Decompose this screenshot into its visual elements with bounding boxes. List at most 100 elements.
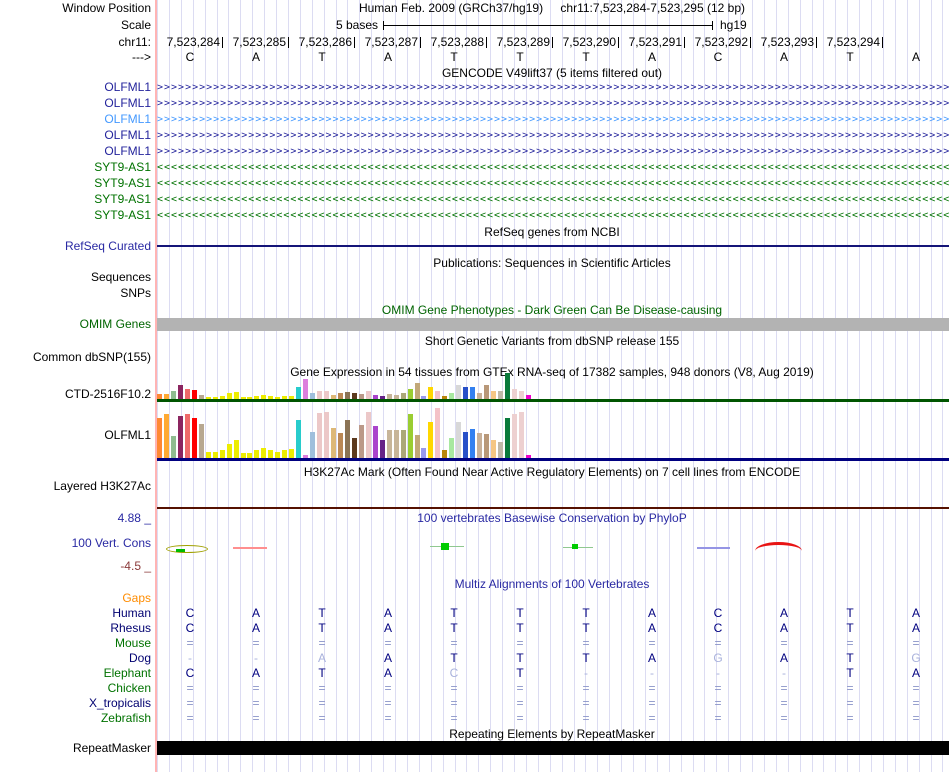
gtex-tissue-bar <box>296 387 302 399</box>
h3k27ac-label[interactable]: Layered H3K27Ac <box>0 480 151 493</box>
multiz-gaps-label[interactable]: Gaps <box>0 592 151 605</box>
gtex-tissue-bar <box>310 432 316 458</box>
alignment-cell: = <box>252 696 260 710</box>
phylop-mark-line <box>563 547 593 548</box>
sequences-label[interactable]: Sequences <box>0 271 151 284</box>
phylop-track-title[interactable]: 100 vertebrates Basewise Conservation by… <box>157 512 947 525</box>
repeatmasker-track-title[interactable]: Repeating Elements by RepeatMasker <box>157 728 947 741</box>
snps-label[interactable]: SNPs <box>0 287 151 300</box>
repeatmasker-bar[interactable] <box>157 741 949 755</box>
alignment-cell: G <box>713 651 723 665</box>
scale-label: Scale <box>120 18 151 32</box>
omim-track-title[interactable]: OMIM Gene Phenotypes - Dark Green Can Be… <box>157 304 947 317</box>
dbsnp-track-title[interactable]: Short Genetic Variants from dbSNP releas… <box>157 335 947 348</box>
refseq-gene-bar[interactable] <box>157 245 949 247</box>
gtex-gene-label-ctd[interactable]: CTD-2516F10.2 <box>0 388 151 401</box>
gene-label-olfml1[interactable]: OLFML1 <box>0 129 151 142</box>
ruler-position-label[interactable]: 7,523,290 <box>553 36 619 49</box>
alignment-cell: T <box>318 621 326 635</box>
gtex-tissue-bar <box>226 444 232 458</box>
alignment-cell: = <box>186 681 194 695</box>
base-letter: A <box>911 50 920 64</box>
gene-label-olfml1[interactable]: OLFML1 <box>0 113 151 126</box>
gene-label-olfml1[interactable]: OLFML1 <box>0 145 151 158</box>
gene-strand-row[interactable]: <<<<<<<<<<<<<<<<<<<<<<<<<<<<<<<<<<<<<<<<… <box>157 161 949 174</box>
multiz-track-title[interactable]: Multiz Alignments of 100 Vertebrates <box>157 578 947 591</box>
gtex-tissue-bar <box>233 440 239 458</box>
dbsnp-label[interactable]: Common dbSNP(155) <box>0 351 151 364</box>
gene-label-syt9-as1[interactable]: SYT9-AS1 <box>0 177 151 190</box>
gtex-gene-label-olfml1[interactable]: OLFML1 <box>0 429 151 442</box>
gene-strand-row[interactable]: >>>>>>>>>>>>>>>>>>>>>>>>>>>>>>>>>>>>>>>>… <box>157 97 949 110</box>
gene-strand-row[interactable]: >>>>>>>>>>>>>>>>>>>>>>>>>>>>>>>>>>>>>>>>… <box>157 81 949 94</box>
repeatmasker-label[interactable]: RepeatMasker <box>0 742 151 755</box>
gene-strand-row[interactable]: >>>>>>>>>>>>>>>>>>>>>>>>>>>>>>>>>>>>>>>>… <box>157 129 949 142</box>
gtex-tissue-bar <box>421 396 427 399</box>
gtex-tissue-bar <box>233 392 239 399</box>
species-label-zebrafish[interactable]: Zebrafish <box>0 712 151 725</box>
ruler-position-label[interactable]: 7,523,291 <box>619 36 685 49</box>
gene-strand-row[interactable]: <<<<<<<<<<<<<<<<<<<<<<<<<<<<<<<<<<<<<<<<… <box>157 209 949 222</box>
gtex-tissue-bar <box>414 435 420 458</box>
gene-label-syt9-as1[interactable]: SYT9-AS1 <box>0 161 151 174</box>
alignment-cell: A <box>251 621 260 635</box>
species-label-x_tropicalis[interactable]: X_tropicalis <box>0 697 151 710</box>
alignment-cell: = <box>318 681 326 695</box>
gencode-track-title[interactable]: GENCODE V49lift37 (5 items filtered out) <box>157 67 947 80</box>
gene-strand-row[interactable]: <<<<<<<<<<<<<<<<<<<<<<<<<<<<<<<<<<<<<<<<… <box>157 193 949 206</box>
ruler-position-label[interactable]: 7,523,287 <box>355 36 421 49</box>
ruler-position-label[interactable]: 7,523,286 <box>289 36 355 49</box>
ruler-position-label[interactable]: 7,523,284 <box>157 36 223 49</box>
refseq-curated-label[interactable]: RefSeq Curated <box>0 240 151 253</box>
gtex-tissue-bar <box>331 395 336 399</box>
phylop-label[interactable]: 100 Vert. Cons <box>0 537 151 550</box>
phylop-min-value: -4.5 _ <box>120 559 151 573</box>
alignment-cell: = <box>252 636 260 650</box>
ruler-position-label[interactable]: 7,523,294 <box>817 36 883 49</box>
gtex-tissue-bar <box>407 414 413 458</box>
species-label-rhesus[interactable]: Rhesus <box>0 622 151 635</box>
h3k27ac-track-title[interactable]: H3K27Ac Mark (Often Found Near Active Re… <box>157 466 947 479</box>
gene-label-olfml1[interactable]: OLFML1 <box>0 97 151 110</box>
alignment-cell: = <box>846 681 854 695</box>
gtex-tissue-bar <box>261 448 267 458</box>
gtex-tissue-bar <box>393 395 399 399</box>
ruler-position-label[interactable]: 7,523,285 <box>223 36 289 49</box>
refseq-track-title[interactable]: RefSeq genes from NCBI <box>157 226 947 239</box>
publications-track-title[interactable]: Publications: Sequences in Scientific Ar… <box>157 257 947 270</box>
gene-strand-row[interactable]: >>>>>>>>>>>>>>>>>>>>>>>>>>>>>>>>>>>>>>>>… <box>157 113 949 126</box>
gtex-tissue-bar <box>296 420 302 458</box>
gtex-tissue-bar <box>511 389 517 399</box>
omim-gene-bar[interactable] <box>157 318 949 331</box>
gene-label-syt9-as1[interactable]: SYT9-AS1 <box>0 209 151 222</box>
ruler-position-label[interactable]: 7,523,289 <box>487 36 553 49</box>
gtex-tissue-bar <box>198 424 204 458</box>
gtex-tissue-bar <box>310 393 316 399</box>
species-label-mouse[interactable]: Mouse <box>0 637 151 650</box>
strand-direction-label: ---> <box>132 50 151 64</box>
gene-label-syt9-as1[interactable]: SYT9-AS1 <box>0 193 151 206</box>
alignment-cell: A <box>647 606 656 620</box>
species-label-chicken[interactable]: Chicken <box>0 682 151 695</box>
gtex-tissue-bar <box>435 408 441 458</box>
alignment-cell: - <box>650 666 654 680</box>
alignment-cell: A <box>251 606 260 620</box>
gene-label-olfml1[interactable]: OLFML1 <box>0 81 151 94</box>
gene-strand-row[interactable]: <<<<<<<<<<<<<<<<<<<<<<<<<<<<<<<<<<<<<<<<… <box>157 177 949 190</box>
ruler-tick <box>882 37 883 48</box>
ruler-position-label[interactable]: 7,523,288 <box>421 36 487 49</box>
species-label-dog[interactable]: Dog <box>0 652 151 665</box>
alignment-cell: - <box>584 666 588 680</box>
gtex-tissue-bar <box>191 390 197 399</box>
gene-strand-row[interactable]: >>>>>>>>>>>>>>>>>>>>>>>>>>>>>>>>>>>>>>>>… <box>157 145 949 158</box>
omim-genes-label[interactable]: OMIM Genes <box>0 318 151 331</box>
ruler-position-label[interactable]: 7,523,292 <box>685 36 751 49</box>
genome-id: hg19 <box>720 18 747 32</box>
ruler-position-label[interactable]: 7,523,293 <box>751 36 817 49</box>
alignment-cell: T <box>450 606 458 620</box>
alignment-cell: T <box>318 666 326 680</box>
alignment-cell: = <box>582 636 590 650</box>
gtex-track-title[interactable]: Gene Expression in 54 tissues from GTEx … <box>157 366 947 379</box>
species-label-human[interactable]: Human <box>0 607 151 620</box>
species-label-elephant[interactable]: Elephant <box>0 667 151 680</box>
